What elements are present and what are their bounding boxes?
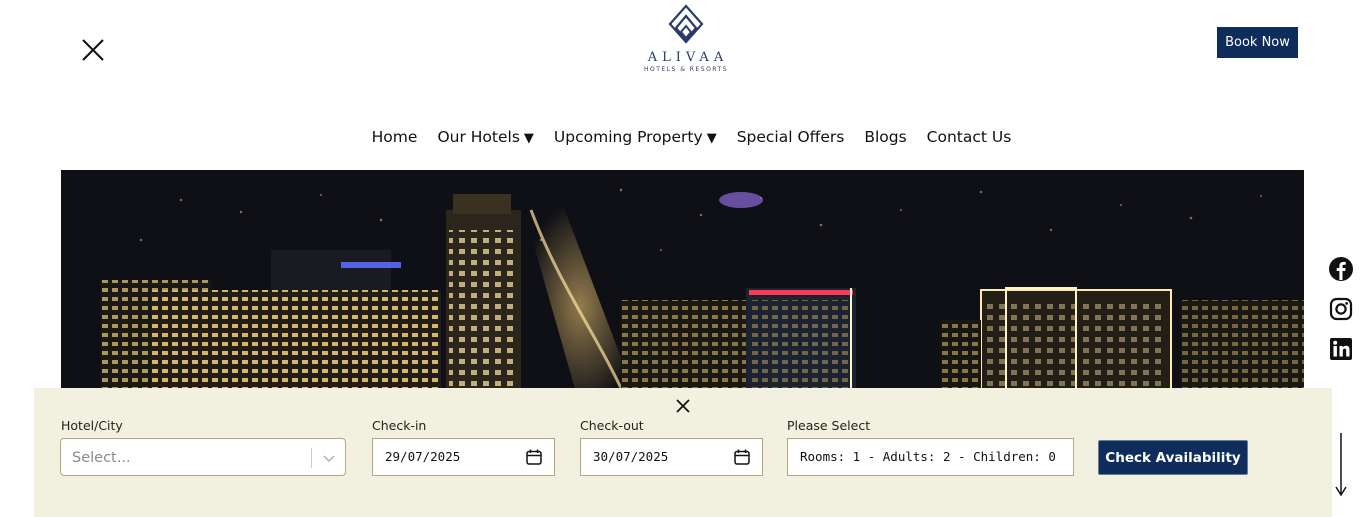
close-booking-icon[interactable]: [674, 397, 692, 415]
nav-item-our-hotels[interactable]: Our Hotels ▼: [437, 124, 533, 150]
caret-down-icon: ▼: [706, 131, 717, 146]
checkout-date-field[interactable]: 30/07/2025: [580, 438, 763, 476]
rooms-guests-field[interactable]: Rooms: 1 - Adults: 2 - Children: 0: [787, 438, 1074, 476]
nav-item-upcoming-property[interactable]: Upcoming Property ▼: [554, 124, 717, 150]
caret-down-icon: ▼: [523, 131, 534, 146]
brand-logo[interactable]: ALIVAA HOTELS & RESORTS: [640, 4, 732, 80]
chevron-down-icon[interactable]: [321, 450, 337, 466]
scroll-down-arrow-icon[interactable]: [1334, 432, 1348, 498]
nav-item-contact-us[interactable]: Contact Us: [927, 124, 1012, 150]
check-availability-button[interactable]: Check Availability: [1098, 440, 1248, 475]
facebook-icon[interactable]: [1328, 256, 1354, 282]
close-menu-icon[interactable]: [80, 37, 106, 63]
linkedin-icon[interactable]: [1328, 336, 1354, 362]
main-nav: Home Our Hotels ▼ Upcoming Property ▼ Spec…: [0, 124, 1365, 150]
nav-item-home[interactable]: Home: [372, 124, 418, 150]
hotel-city-placeholder: Select...: [72, 450, 131, 466]
instagram-icon[interactable]: [1328, 296, 1354, 322]
nav-item-special-offers[interactable]: Special Offers: [737, 124, 845, 150]
rooms-guests-label: Please Select: [787, 418, 871, 433]
logo-name: ALIVAA: [647, 50, 729, 65]
nav-item-blogs[interactable]: Blogs: [864, 124, 906, 150]
select-divider: [311, 448, 312, 468]
hotel-city-select[interactable]: Select...: [60, 438, 346, 476]
checkout-label: Check-out: [580, 418, 644, 433]
book-now-button[interactable]: Book Now: [1217, 27, 1298, 58]
hero-image: [61, 170, 1304, 410]
checkin-date-field[interactable]: 29/07/2025: [372, 438, 555, 476]
logo-subtitle: HOTELS & RESORTS: [643, 66, 729, 73]
calendar-icon[interactable]: [525, 448, 543, 466]
hotel-city-label: Hotel/City: [61, 418, 123, 433]
logo-emblem-icon: [668, 4, 704, 44]
checkin-date-value: 29/07/2025: [385, 449, 461, 464]
city-skyline-illustration: [61, 170, 1304, 410]
checkout-date-value: 30/07/2025: [593, 449, 669, 464]
checkin-label: Check-in: [372, 418, 427, 433]
calendar-icon[interactable]: [733, 448, 751, 466]
rooms-guests-value: Rooms: 1 - Adults: 2 - Children: 0: [800, 449, 1056, 464]
